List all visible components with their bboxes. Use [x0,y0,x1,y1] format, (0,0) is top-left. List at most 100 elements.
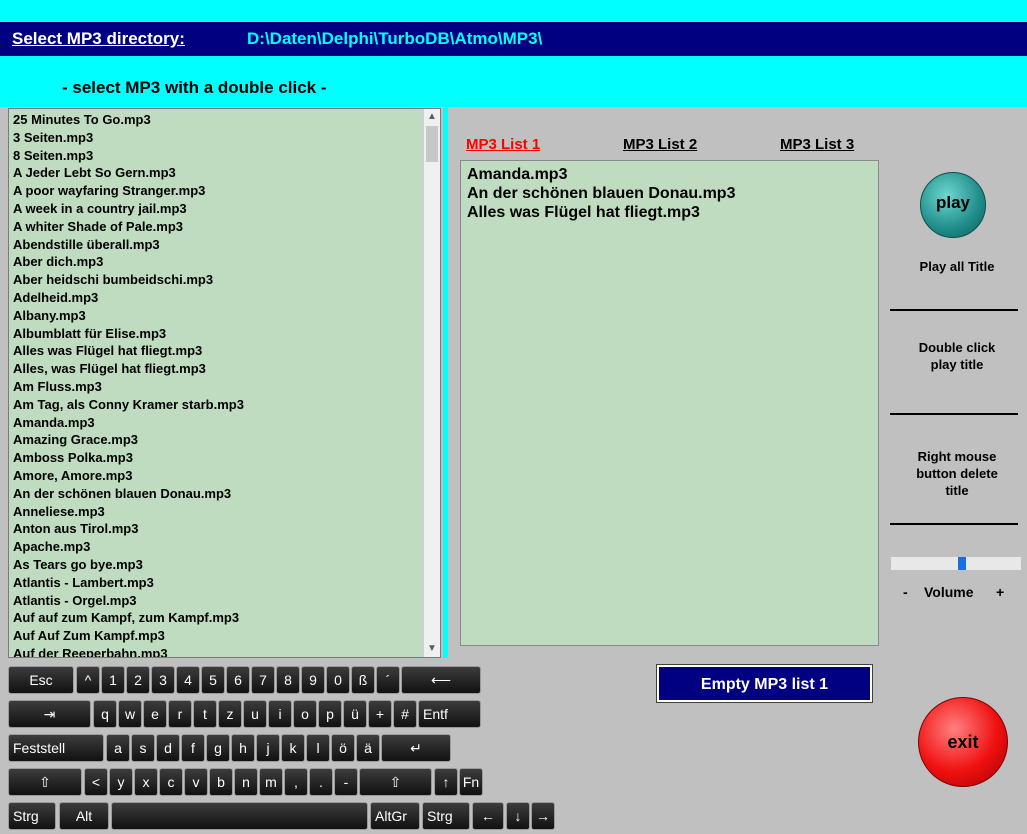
playlist-item[interactable]: An der schönen blauen Donau.mp3 [467,184,878,203]
key[interactable]: 7 [251,666,275,694]
tab-mp3-list-1[interactable]: MP3 List 1 [466,136,540,153]
playlist-item[interactable]: Amanda.mp3 [467,165,878,184]
playlist-item[interactable]: Alles was Flügel hat fliegt.mp3 [467,203,878,222]
file-list-item[interactable]: Auf Auf Zum Kampf.mp3 [13,627,440,645]
file-list-item[interactable]: Amore, Amore.mp3 [13,467,440,485]
key[interactable]: y [109,768,133,796]
key[interactable]: < [84,768,108,796]
select-directory-link[interactable]: Select MP3 directory: [12,29,185,49]
file-list-item[interactable]: A whiter Shade of Pale.mp3 [13,218,440,236]
key[interactable]: b [209,768,233,796]
file-list-scrollbar[interactable]: ▲ ▼ [423,109,440,657]
key[interactable]: AltGr [370,802,420,830]
key[interactable]: 2 [126,666,150,694]
key[interactable]: p [318,700,342,728]
key[interactable]: o [293,700,317,728]
key[interactable]: Entf [418,700,481,728]
key[interactable]: ⟵ [401,666,481,694]
file-list-item[interactable]: Aber heidschi bumbeidschi.mp3 [13,271,440,289]
key[interactable]: 4 [176,666,200,694]
key[interactable]: z [218,700,242,728]
key[interactable]: c [159,768,183,796]
key[interactable]: , [284,768,308,796]
key[interactable]: e [143,700,167,728]
key[interactable]: ← [472,802,504,830]
key[interactable]: g [206,734,230,762]
play-button[interactable]: play [920,172,986,238]
playlist[interactable]: Amanda.mp3 An der schönen blauen Donau.mp… [460,160,879,646]
key[interactable]: u [243,700,267,728]
key[interactable]: Alt [59,802,109,830]
key[interactable]: x [134,768,158,796]
key[interactable]: ä [356,734,380,762]
key[interactable]: ö [331,734,355,762]
key[interactable]: d [156,734,180,762]
key[interactable]: q [93,700,117,728]
key[interactable]: f [181,734,205,762]
key[interactable]: ↑ [434,768,458,796]
file-list-item[interactable]: Alles was Flügel hat fliegt.mp3 [13,342,440,360]
key[interactable]: m [259,768,283,796]
key[interactable]: + [368,700,392,728]
scroll-down-button[interactable]: ▼ [424,641,440,657]
file-list-item[interactable]: As Tears go bye.mp3 [13,556,440,574]
key[interactable]: 9 [301,666,325,694]
key-space[interactable] [111,802,368,830]
exit-button[interactable]: exit [918,697,1008,787]
key[interactable]: 3 [151,666,175,694]
key[interactable]: h [231,734,255,762]
key[interactable]: ⇧ [8,768,82,796]
key[interactable]: Strg [8,802,56,830]
key[interactable]: j [256,734,280,762]
file-list-item[interactable]: A week in a country jail.mp3 [13,200,440,218]
file-list-item[interactable]: Albumblatt für Elise.mp3 [13,325,440,343]
key[interactable]: l [306,734,330,762]
key[interactable]: ß [351,666,375,694]
key[interactable]: 8 [276,666,300,694]
file-list-item[interactable]: Adelheid.mp3 [13,289,440,307]
key[interactable]: s [131,734,155,762]
key[interactable]: 5 [201,666,225,694]
file-list-item[interactable]: Albany.mp3 [13,307,440,325]
key[interactable]: ⇥ [8,700,91,728]
file-list-item[interactable]: Am Tag, als Conny Kramer starb.mp3 [13,396,440,414]
key[interactable]: 0 [326,666,350,694]
key[interactable]: ⇧ [359,768,432,796]
tab-mp3-list-3[interactable]: MP3 List 3 [780,136,854,153]
key[interactable]: ↵ [381,734,451,762]
key[interactable]: # [393,700,417,728]
file-list-item[interactable]: Atlantis - Orgel.mp3 [13,592,440,610]
key[interactable]: n [234,768,258,796]
file-list-item[interactable]: Abendstille überall.mp3 [13,236,440,254]
key[interactable]: Strg [422,802,470,830]
key[interactable]: t [193,700,217,728]
key[interactable]: w [118,700,142,728]
file-list-item[interactable]: Aber dich.mp3 [13,253,440,271]
key[interactable]: . [309,768,333,796]
file-list[interactable]: 25 Minutes To Go.mp3 3 Seiten.mp3 8 Seiten… [8,108,441,658]
tab-mp3-list-2[interactable]: MP3 List 2 [623,136,697,153]
key[interactable]: ´ [376,666,400,694]
key[interactable]: ^ [76,666,100,694]
key[interactable]: 6 [226,666,250,694]
file-list-item[interactable]: Amazing Grace.mp3 [13,431,440,449]
key[interactable]: → [531,802,555,830]
key[interactable]: a [106,734,130,762]
file-list-item[interactable]: Anneliese.mp3 [13,503,440,521]
file-list-item[interactable]: Amanda.mp3 [13,414,440,432]
key[interactable]: - [334,768,358,796]
file-list-item[interactable]: Auf auf zum Kampf, zum Kampf.mp3 [13,609,440,627]
file-list-item[interactable]: Auf der Reeperbahn.mp3 [13,645,440,657]
key[interactable]: Feststell [8,734,104,762]
scroll-thumb[interactable] [426,126,438,162]
empty-list-button[interactable]: Empty MP3 list 1 [656,664,873,703]
key[interactable]: ü [343,700,367,728]
scroll-up-button[interactable]: ▲ [424,109,440,125]
file-list-item[interactable]: Atlantis - Lambert.mp3 [13,574,440,592]
file-list-item[interactable]: Apache.mp3 [13,538,440,556]
key[interactable]: ↓ [506,802,530,830]
key[interactable]: k [281,734,305,762]
file-list-item[interactable]: An der schönen blauen Donau.mp3 [13,485,440,503]
key[interactable]: v [184,768,208,796]
file-list-item[interactable]: Anton aus Tirol.mp3 [13,520,440,538]
